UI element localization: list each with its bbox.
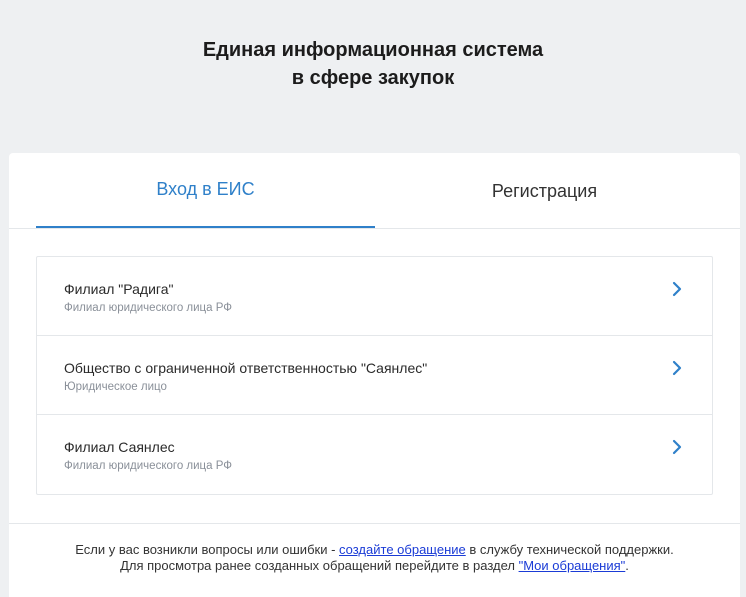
tab-registration[interactable]: Регистрация xyxy=(375,153,714,229)
organization-type: Филиал юридического лица РФ xyxy=(64,460,233,472)
organization-list: Филиал "Радига" Филиал юридического лица… xyxy=(36,256,713,495)
page-title-line-1: Единая информационная система xyxy=(202,39,544,61)
organization-item[interactable]: Филиал Саянлес Филиал юридического лица … xyxy=(37,415,712,494)
chevron-right-icon[interactable] xyxy=(670,360,684,376)
organization-type: Филиал юридического лица РФ xyxy=(64,302,233,314)
organization-type: Юридическое лицо xyxy=(64,381,167,393)
organization-name: Филиал Саянлес xyxy=(64,439,175,455)
organization-item[interactable]: Филиал "Радига" Филиал юридического лица… xyxy=(37,257,712,336)
organization-item[interactable]: Общество с ограниченной ответственностью… xyxy=(37,336,712,415)
support-text: Если у вас возникли вопросы или ошибки - xyxy=(75,542,340,557)
support-text: . xyxy=(625,558,629,573)
create-ticket-link[interactable]: создайте обращение xyxy=(339,542,466,557)
support-text: Для просмотра ранее созданных обращений … xyxy=(120,558,519,573)
support-line-1: Если у вас возникли вопросы или ошибки -… xyxy=(9,542,740,558)
page-title-line-2: в сфере закупок xyxy=(291,67,455,89)
chevron-right-icon[interactable] xyxy=(670,439,684,455)
login-card: Вход в ЕИС Регистрация Филиал "Радига" Ф… xyxy=(9,153,740,597)
page-title: Единая информационная система в сфере за… xyxy=(173,36,573,153)
support-text: в службу технической поддержки. xyxy=(465,542,674,557)
chevron-right-icon[interactable] xyxy=(670,281,684,297)
organization-name: Общество с ограниченной ответственностью… xyxy=(64,360,428,376)
my-tickets-link[interactable]: "Мои обращения" xyxy=(519,558,626,573)
organization-name: Филиал "Радига" xyxy=(64,281,174,297)
page-header: Единая информационная система в сфере за… xyxy=(0,0,746,153)
tab-login[interactable]: Вход в ЕИС xyxy=(36,153,375,228)
tab-bar: Вход в ЕИС Регистрация xyxy=(9,153,740,229)
support-footer: Если у вас возникли вопросы или ошибки -… xyxy=(9,523,740,597)
support-line-2: Для просмотра ранее созданных обращений … xyxy=(9,558,740,574)
